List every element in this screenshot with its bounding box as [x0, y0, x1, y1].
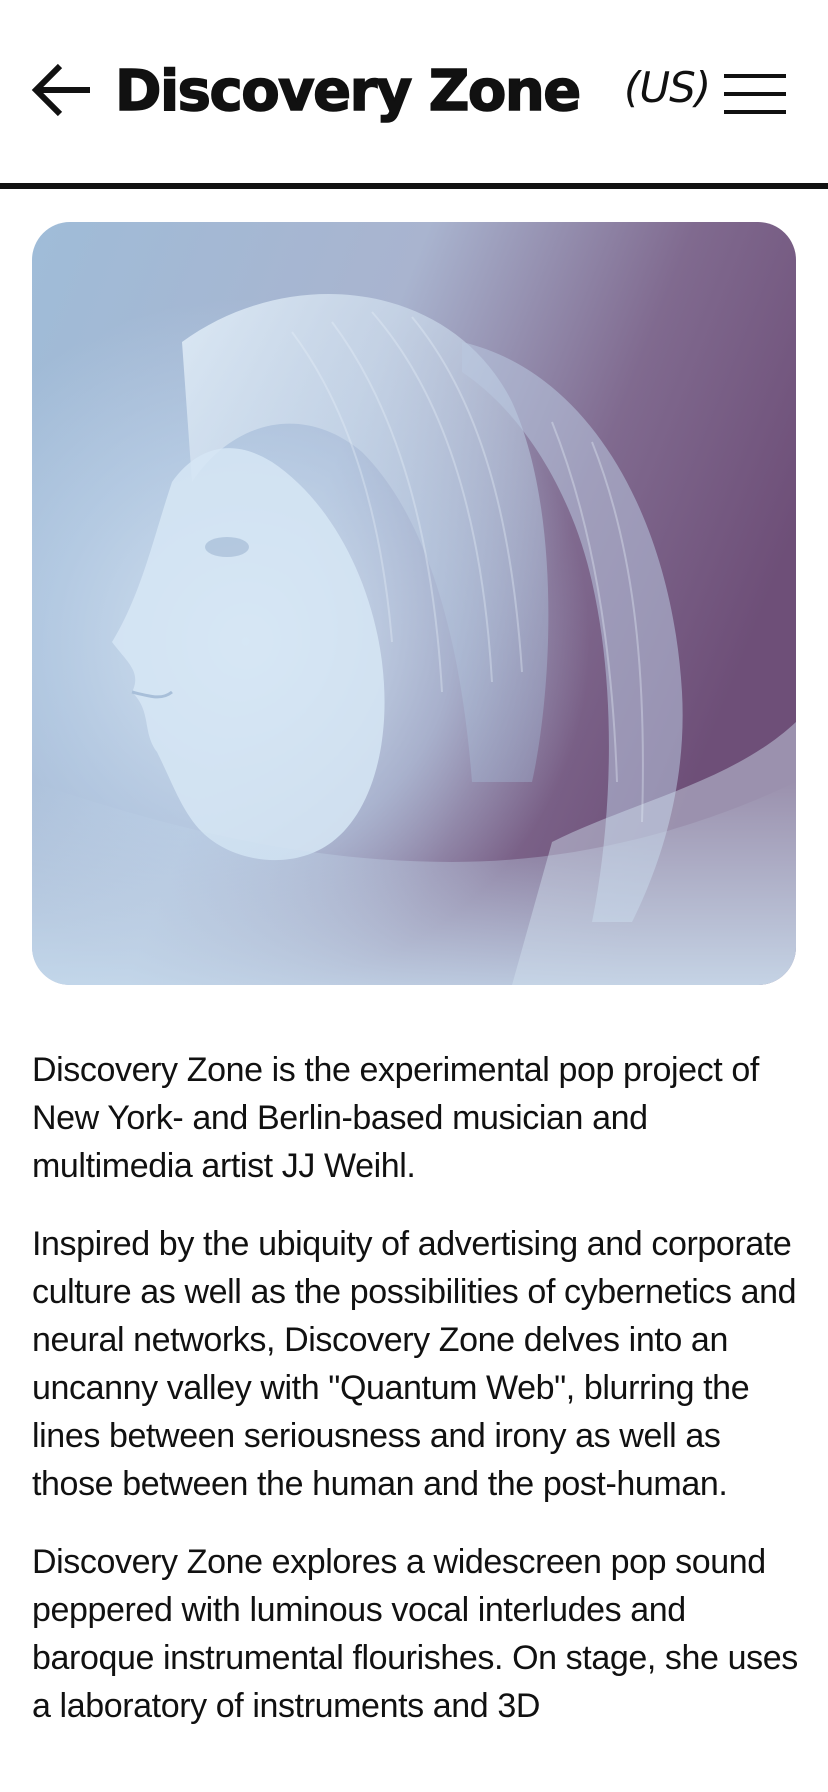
back-button[interactable]: [30, 62, 94, 118]
hamburger-menu-icon: [724, 74, 786, 114]
portrait-image: [32, 222, 796, 985]
arrow-left-icon: [31, 63, 90, 117]
bio-paragraph: Discovery Zone explores a widescreen pop…: [32, 1543, 798, 1725]
site-header: Discovery Zone (US): [0, 0, 828, 183]
region-indicator[interactable]: (US): [624, 60, 711, 116]
header-divider: [0, 183, 828, 189]
hero-image: [32, 222, 796, 985]
bio-paragraph: Discovery Zone is the experimental pop p…: [32, 1051, 759, 1185]
page-title: Discovery Zone: [114, 58, 582, 125]
artist-bio: Discovery Zone is the experimental pop p…: [32, 1046, 802, 1760]
bio-paragraph: Inspired by the ubiquity of advertising …: [32, 1225, 797, 1503]
menu-button[interactable]: [724, 72, 786, 116]
